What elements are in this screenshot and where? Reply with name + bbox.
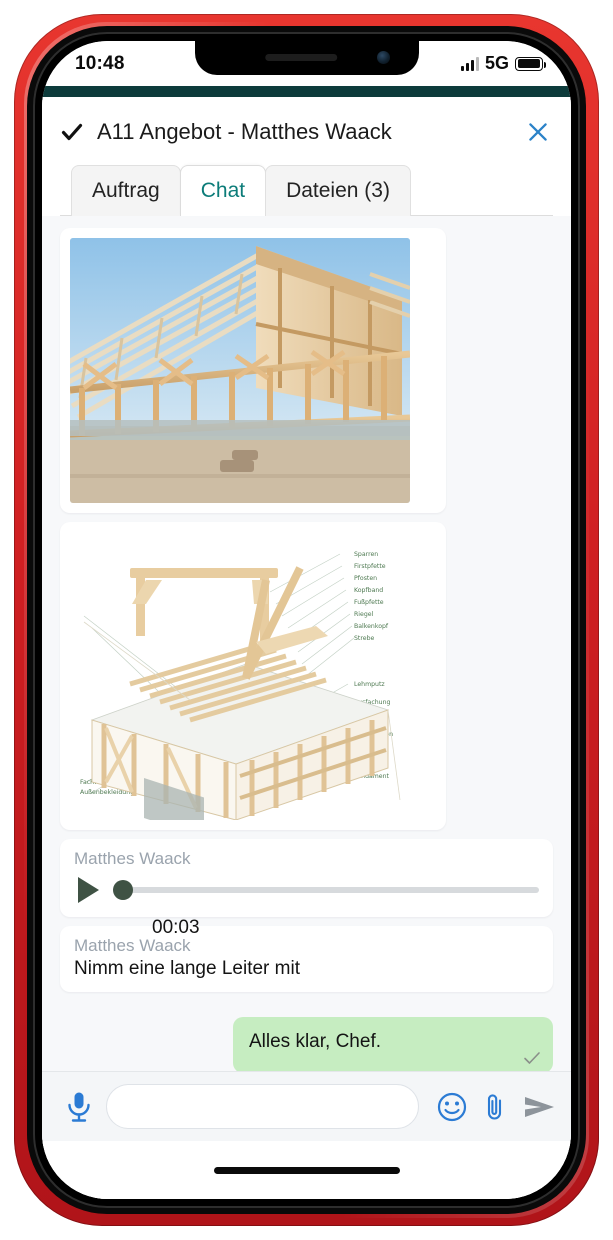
tab-bar: Auftrag Chat Dateien (3)	[60, 165, 553, 216]
network-label: 5G	[484, 53, 509, 73]
status-indicators: 5G	[460, 53, 546, 74]
play-icon[interactable]	[78, 877, 99, 903]
message-input[interactable]	[106, 1084, 419, 1129]
chat-thread[interactable]: Sparren Firstpfette Pfosten Kopfband Fußpf…	[42, 216, 571, 1071]
svg-text:Strebe: Strebe	[354, 635, 374, 642]
tab-auftrag[interactable]: Auftrag	[71, 165, 181, 216]
audio-duration: 00:03	[152, 917, 200, 938]
message-image-photo[interactable]	[60, 228, 446, 513]
message-image-diagram[interactable]: Sparren Firstpfette Pfosten Kopfband Fußpf…	[60, 522, 446, 830]
status-bar: 10:48 5G	[42, 41, 571, 86]
message-composer	[42, 1071, 571, 1141]
svg-text:Balkenkopf: Balkenkopf	[354, 623, 389, 630]
signal-bars-icon	[460, 56, 479, 71]
svg-text:Firstpfette: Firstpfette	[354, 563, 386, 570]
emoji-icon[interactable]	[437, 1092, 467, 1122]
tab-dateien[interactable]: Dateien (3)	[265, 165, 411, 216]
battery-full-icon	[515, 56, 546, 71]
message-text-incoming[interactable]: Matthes Waack Nimm eine lange Leiter mit	[60, 926, 553, 992]
send-icon[interactable]	[523, 1094, 555, 1120]
outgoing-row: Alles klar, Chef.	[60, 1017, 553, 1071]
audio-progress-thumb[interactable]	[113, 880, 133, 900]
message-body: Nimm eine lange Leiter mit	[74, 958, 300, 979]
microphone-icon[interactable]	[66, 1091, 92, 1123]
phone-screenshot: 10:48 5G A11 Angebot - Matthes Waack Auf…	[0, 0, 613, 1240]
close-icon[interactable]	[525, 119, 551, 145]
message-body: Alles klar, Chef.	[249, 1031, 381, 1052]
earpiece-speaker	[264, 54, 337, 61]
single-check-icon	[524, 1052, 540, 1064]
checkmark-icon	[61, 123, 83, 141]
message-voice[interactable]: Matthes Waack 00:03	[60, 839, 553, 938]
audio-player[interactable]	[74, 877, 539, 903]
header-row: A11 Angebot - Matthes Waack	[60, 119, 553, 145]
front-camera	[376, 51, 390, 64]
status-time: 10:48	[75, 53, 125, 74]
home-indicator-area	[42, 1141, 571, 1199]
svg-text:Fußpfette: Fußpfette	[354, 599, 384, 606]
svg-text:Pfosten: Pfosten	[354, 575, 377, 582]
svg-text:Lehmputz: Lehmputz	[354, 681, 385, 688]
message-sender: Matthes Waack	[74, 849, 191, 868]
app-header: A11 Angebot - Matthes Waack Auftrag Chat…	[42, 97, 571, 216]
app-accent-strip	[42, 86, 571, 97]
app-container: A11 Angebot - Matthes Waack Auftrag Chat…	[42, 97, 571, 1199]
home-indicator[interactable]	[213, 1166, 400, 1174]
svg-text:Sparren: Sparren	[354, 551, 378, 558]
page-title: A11 Angebot - Matthes Waack	[97, 119, 392, 144]
svg-text:Kopfband: Kopfband	[354, 587, 383, 594]
timber-frame-photo[interactable]	[70, 238, 410, 503]
tab-chat[interactable]: Chat	[179, 165, 267, 216]
paperclip-icon[interactable]	[483, 1092, 507, 1122]
display-notch	[194, 41, 419, 75]
message-text-outgoing[interactable]: Alles klar, Chef.	[233, 1017, 553, 1071]
message-sender: Matthes Waack	[74, 936, 191, 955]
phone-screen: 10:48 5G A11 Angebot - Matthes Waack Auf…	[42, 41, 571, 1199]
timber-frame-diagram[interactable]: Sparren Firstpfette Pfosten Kopfband Fußpf…	[70, 532, 418, 820]
audio-progress-track[interactable]	[113, 880, 539, 900]
svg-text:Riegel: Riegel	[354, 611, 374, 618]
